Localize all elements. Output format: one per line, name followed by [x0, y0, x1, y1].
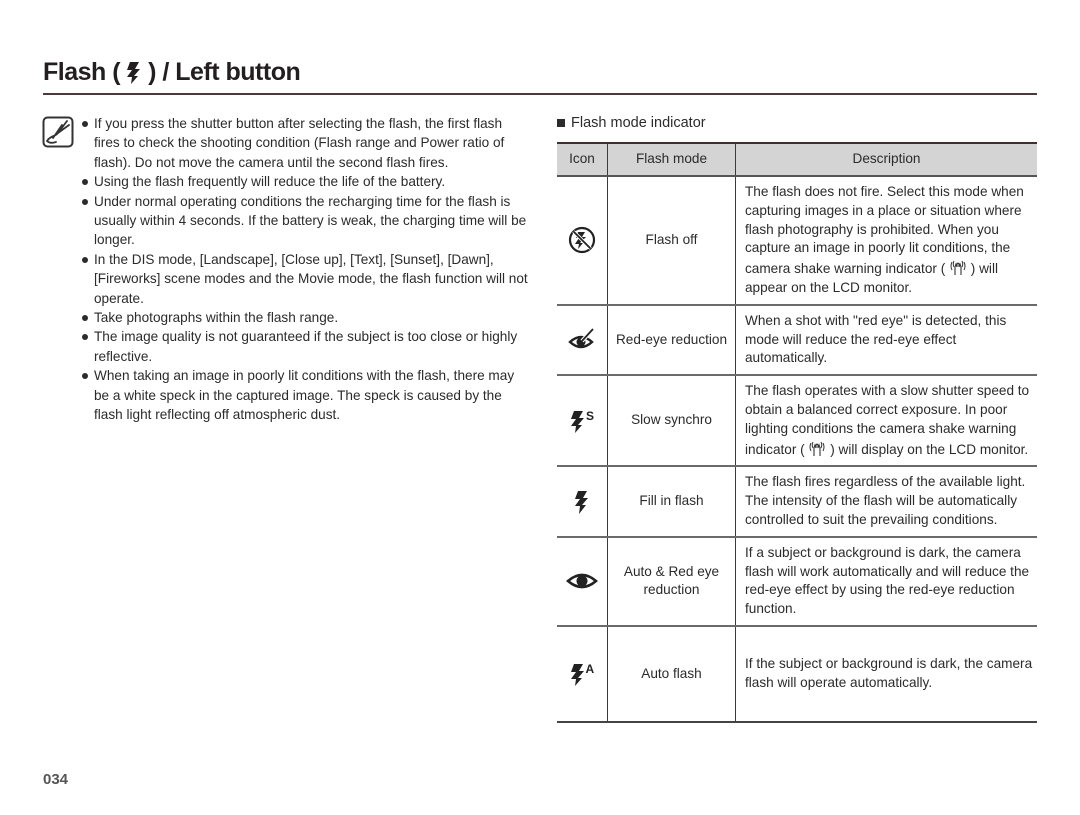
note-item: Under normal operating conditions the re… — [80, 192, 530, 250]
description-text: The flash fires regardless of the availa… — [745, 474, 1026, 527]
description-text: When a shot with "red eye" is detected, … — [745, 312, 1007, 366]
mode-name: Auto flash — [607, 625, 736, 723]
mode-description: The flash operates with a slow shutter s… — [735, 375, 1037, 468]
note-pencil-icon — [42, 116, 74, 148]
note-item: When taking an image in poorly lit condi… — [80, 366, 530, 424]
flash-icon — [127, 61, 141, 84]
table-row: Auto & Red eye reduction If a subject or… — [557, 536, 1037, 627]
notes-list: If you press the shutter button after se… — [80, 114, 530, 425]
mode-name: Fill in flash — [607, 466, 736, 538]
square-bullet-icon — [557, 119, 565, 127]
note-item: Take photographs within the flash range. — [80, 308, 530, 327]
title-suffix: ) / Left button — [148, 58, 301, 86]
table-row: A Auto flash If the subject or backgroun… — [557, 625, 1037, 723]
table-row: Flash off The flash does not fire. Selec… — [557, 176, 1037, 306]
auto-red-eye-icon — [566, 574, 598, 589]
mode-description: The flash fires regardless of the availa… — [735, 466, 1037, 538]
mode-description: The flash does not fire. Select this mod… — [735, 176, 1037, 306]
column-header-description: Description — [735, 142, 1037, 177]
camera-shake-icon — [809, 441, 825, 456]
description-text: If the subject or background is dark, th… — [745, 656, 1033, 690]
mode-description: If a subject or background is dark, the … — [735, 536, 1037, 627]
svg-text:A: A — [586, 662, 595, 676]
column-header-icon: Icon — [557, 142, 608, 177]
flash-off-icon — [568, 227, 596, 254]
table-row: Fill in flash The flash fires regardless… — [557, 466, 1037, 538]
page-number: 034 — [43, 771, 69, 788]
note-item: In the DIS mode, [Landscape], [Close up]… — [80, 250, 530, 308]
title-rule — [43, 93, 1037, 95]
note-item: If you press the shutter button after se… — [80, 114, 530, 172]
table-header-row: Icon Flash mode Description — [557, 142, 1037, 177]
note-item: The image quality is not guaranteed if t… — [80, 327, 530, 366]
column-header-flash-mode: Flash mode — [607, 142, 736, 177]
mode-name: Slow synchro — [607, 375, 736, 468]
svg-text:S: S — [586, 409, 594, 423]
mode-description: If the subject or background is dark, th… — [735, 625, 1037, 723]
table-row: Red-eye reduction When a shot with "red … — [557, 304, 1037, 377]
description-text: If a subject or background is dark, the … — [745, 544, 1030, 617]
red-eye-reduction-icon — [568, 327, 595, 349]
note-item: Using the flash frequently will reduce t… — [80, 172, 530, 191]
camera-shake-icon — [950, 260, 966, 276]
description-text: ) will display on the LCD monitor. — [830, 441, 1029, 457]
section-title: Flash mode indicator — [571, 115, 706, 131]
page-title: Flash ( ) / Left button — [43, 58, 301, 87]
mode-name: Red-eye reduction — [607, 304, 736, 377]
slow-synchro-icon: S — [571, 409, 594, 433]
mode-name: Auto & Red eye reduction — [607, 536, 736, 627]
fill-in-flash-icon — [575, 490, 588, 514]
mode-name: Flash off — [607, 176, 736, 306]
section-heading: Flash mode indicator — [557, 115, 706, 131]
auto-flash-icon: A — [571, 662, 595, 686]
title-prefix: Flash ( — [43, 58, 121, 86]
mode-description: When a shot with "red eye" is detected, … — [735, 304, 1037, 377]
flash-mode-table: Icon Flash mode Description Flash off Th… — [557, 142, 1037, 723]
table-row: S Slow synchro The flash operates with a… — [557, 375, 1037, 468]
